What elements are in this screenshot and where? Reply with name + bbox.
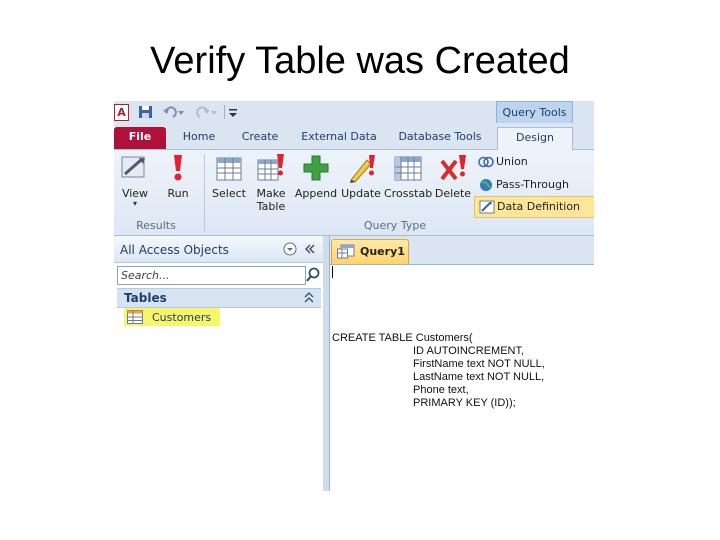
crosstab-label: Crosstab xyxy=(384,187,433,200)
nav-item-customers[interactable]: Customers xyxy=(124,308,220,326)
append-icon xyxy=(303,155,329,181)
pane-splitter[interactable] xyxy=(323,236,330,491)
pass-through-button[interactable]: Pass-Through xyxy=(474,175,594,195)
sql-line: Phone text, xyxy=(413,384,469,396)
make-table-label-1: Make xyxy=(256,187,286,200)
append-label: Append xyxy=(294,187,338,200)
tab-external-data[interactable]: External Data xyxy=(298,127,380,149)
pass-through-label: Pass-Through xyxy=(496,178,569,191)
sql-line: LastName text NOT NULL, xyxy=(413,371,545,383)
make-table-button[interactable]: Make Table xyxy=(254,152,288,213)
tab-design[interactable]: Design xyxy=(497,127,573,150)
append-button[interactable]: Append xyxy=(294,152,338,200)
view-dropdown-icon: ▾ xyxy=(132,199,137,208)
select-query-icon xyxy=(216,157,242,181)
delete-icon xyxy=(440,155,466,181)
select-button[interactable]: Select xyxy=(210,152,248,200)
delete-button[interactable]: Delete xyxy=(434,152,472,200)
run-icon xyxy=(174,155,182,181)
sql-line: ID AUTOINCREMENT, xyxy=(413,345,525,357)
update-icon xyxy=(350,155,375,183)
customize-toolbar-icon[interactable] xyxy=(228,104,238,120)
collapse-category-icon[interactable] xyxy=(304,292,314,304)
save-icon[interactable] xyxy=(138,104,153,120)
access-logo: A xyxy=(114,104,129,121)
update-label: Update xyxy=(341,187,381,200)
globe-icon xyxy=(480,179,492,191)
redo-icon[interactable] xyxy=(194,104,218,120)
run-label: Run xyxy=(167,187,189,200)
nav-menu-dropdown-icon[interactable] xyxy=(283,242,297,256)
update-button[interactable]: Update xyxy=(340,152,382,200)
union-icon xyxy=(478,156,494,168)
tab-create[interactable]: Create xyxy=(236,127,284,149)
nav-item-label: Customers xyxy=(152,311,212,324)
tab-home[interactable]: Home xyxy=(176,127,222,149)
quick-access-toolbar: A Query Tools xyxy=(114,101,594,124)
undo-icon[interactable] xyxy=(161,104,185,120)
sql-editor[interactable]: CREATE TABLE Customers( ID AUTOINCREMENT… xyxy=(332,266,592,484)
tables-category-header[interactable]: Tables xyxy=(117,288,321,308)
data-definition-button[interactable]: Data Definition xyxy=(474,196,594,218)
nav-pane-header[interactable]: All Access Objects xyxy=(114,236,323,263)
search-icon[interactable] xyxy=(305,266,321,283)
crosstab-icon xyxy=(394,156,422,181)
tab-database-tools[interactable]: Database Tools xyxy=(396,127,484,149)
view-button[interactable]: View ▾ xyxy=(118,152,152,208)
data-definition-icon xyxy=(479,200,495,214)
query-icon xyxy=(337,244,355,259)
slide-title: Verify Table was Created xyxy=(150,40,570,82)
sql-line: FirstName text NOT NULL, xyxy=(413,358,545,370)
delete-label: Delete xyxy=(434,187,472,200)
union-button[interactable]: Union xyxy=(474,152,594,172)
navigation-pane: All Access Objects Search... Tables Cust… xyxy=(114,236,324,491)
tab-query1[interactable]: Query1 xyxy=(331,239,409,264)
access-window: A Query Tools File Home Create External … xyxy=(114,101,594,491)
sql-line: CREATE TABLE Customers( xyxy=(332,332,473,344)
sql-line: PRIMARY KEY (ID)); xyxy=(413,397,516,409)
text-caret xyxy=(332,266,333,278)
tables-category-label: Tables xyxy=(124,291,167,305)
collapse-pane-icon[interactable] xyxy=(304,243,316,255)
union-label: Union xyxy=(496,155,528,168)
table-icon xyxy=(127,310,143,324)
ribbon: View ▾ Run Results Select Make Table App… xyxy=(114,150,594,236)
run-button[interactable]: Run xyxy=(162,152,194,200)
context-tab-query-tools: Query Tools xyxy=(496,101,573,124)
view-icon xyxy=(121,156,145,178)
select-label: Select xyxy=(212,187,246,200)
results-group-label: Results xyxy=(136,219,176,232)
document-tabs: Query1 xyxy=(330,236,594,265)
query-type-group-label: Query Type xyxy=(363,219,427,232)
query1-label: Query1 xyxy=(360,245,405,258)
nav-search-input[interactable]: Search... xyxy=(117,266,306,285)
make-table-icon xyxy=(257,154,284,181)
ribbon-tabs: File Home Create External Data Database … xyxy=(114,123,594,150)
group-separator xyxy=(204,154,205,232)
query-document: Query1 CREATE TABLE Customers( ID AUTOIN… xyxy=(330,236,594,491)
crosstab-button[interactable]: Crosstab xyxy=(384,152,432,200)
make-table-label-2: Table xyxy=(256,200,286,213)
data-definition-label: Data Definition xyxy=(497,200,581,213)
nav-pane-title: All Access Objects xyxy=(120,243,229,257)
tab-file[interactable]: File xyxy=(114,127,166,149)
